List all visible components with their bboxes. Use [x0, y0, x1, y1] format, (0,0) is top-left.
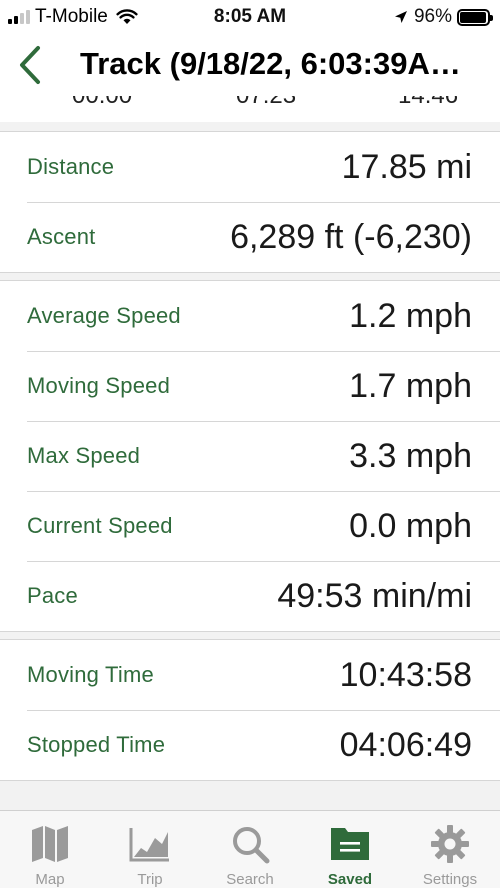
stat-label: Moving Time: [27, 662, 154, 687]
gear-icon: [428, 823, 472, 864]
navigation-bar: Track (9/18/22, 6:03:39A…: [0, 34, 500, 96]
location-arrow-icon: [394, 11, 407, 23]
stat-label: Ascent: [27, 224, 96, 249]
stat-value: 04:06:49: [339, 725, 472, 764]
chart-axis-label: 00:00: [72, 96, 132, 110]
stat-value: 3.3 mph: [349, 436, 472, 475]
speed-section: Average Speed 1.2 mph Moving Speed 1.7 m…: [0, 280, 500, 632]
carrier-name: T-Mobile: [35, 6, 108, 27]
stat-row-ascent: Ascent 6,289 ft (-6,230): [0, 202, 500, 272]
status-left: T-Mobile: [8, 6, 138, 28]
tab-map[interactable]: Map: [0, 811, 100, 888]
status-bar: T-Mobile 8:05 AM 96%: [0, 0, 500, 34]
status-right: 96%: [394, 6, 493, 28]
stat-label: Pace: [27, 583, 78, 608]
stat-row-moving-time: Moving Time 10:43:58: [0, 640, 500, 710]
tab-label: Saved: [327, 871, 373, 888]
distance-section: Distance 17.85 mi Ascent 6,289 ft (-6,23…: [0, 131, 500, 273]
stat-label: Moving Speed: [27, 373, 171, 398]
stat-row-moving-speed: Moving Speed 1.7 mph: [0, 351, 500, 421]
tab-bar: Map Trip Search Saved Settings: [0, 810, 500, 888]
tab-label: Map: [35, 871, 65, 888]
chart-axis-label: 07:23: [236, 96, 296, 110]
tab-label: Search: [226, 871, 274, 888]
chevron-left-icon: [20, 46, 40, 84]
stat-label: Stopped Time: [27, 732, 166, 757]
stat-row-pace: Pace 49:53 min/mi: [0, 561, 500, 631]
search-icon: [228, 823, 272, 864]
page-title: Track (9/18/22, 6:03:39A…: [80, 46, 461, 81]
tab-settings[interactable]: Settings: [400, 811, 500, 888]
map-icon: [28, 823, 72, 864]
tab-trip[interactable]: Trip: [100, 811, 200, 888]
folder-icon: [328, 823, 372, 864]
stat-row-average-speed: Average Speed 1.2 mph: [0, 281, 500, 351]
stat-label: Max Speed: [27, 443, 141, 468]
stat-label: Distance: [27, 154, 115, 179]
stat-value: 0.0 mph: [349, 506, 472, 545]
cellular-signal-icon: [8, 10, 30, 24]
stat-value: 1.2 mph: [349, 296, 472, 335]
stat-row-stopped-time: Stopped Time 04:06:49: [0, 710, 500, 780]
stat-row-distance: Distance 17.85 mi: [0, 132, 500, 202]
stat-value: 17.85 mi: [341, 147, 472, 186]
stat-label: Current Speed: [27, 513, 173, 538]
time-section: Moving Time 10:43:58 Stopped Time 04:06:…: [0, 639, 500, 781]
stat-label: Average Speed: [27, 303, 181, 328]
stat-row-current-speed: Current Speed 0.0 mph: [0, 491, 500, 561]
stat-value: 6,289 ft (-6,230): [230, 217, 472, 256]
chart-icon: [128, 823, 172, 864]
tab-label: Trip: [137, 871, 163, 888]
stat-value: 1.7 mph: [349, 366, 472, 405]
wifi-icon: [116, 9, 138, 24]
stat-value: 10:43:58: [339, 655, 472, 694]
battery-percent: 96%: [413, 6, 452, 27]
back-button[interactable]: [10, 42, 50, 88]
tab-search[interactable]: Search: [200, 811, 300, 888]
tab-saved[interactable]: Saved: [300, 811, 400, 888]
battery-icon: [457, 8, 493, 26]
stat-row-max-speed: Max Speed 3.3 mph: [0, 421, 500, 491]
tab-label: Settings: [422, 871, 478, 888]
chart-axis-label: 14:46: [398, 96, 458, 110]
chart-axis-labels: 00:00 07:23 14:46: [0, 96, 500, 122]
stat-value: 49:53 min/mi: [277, 576, 472, 615]
